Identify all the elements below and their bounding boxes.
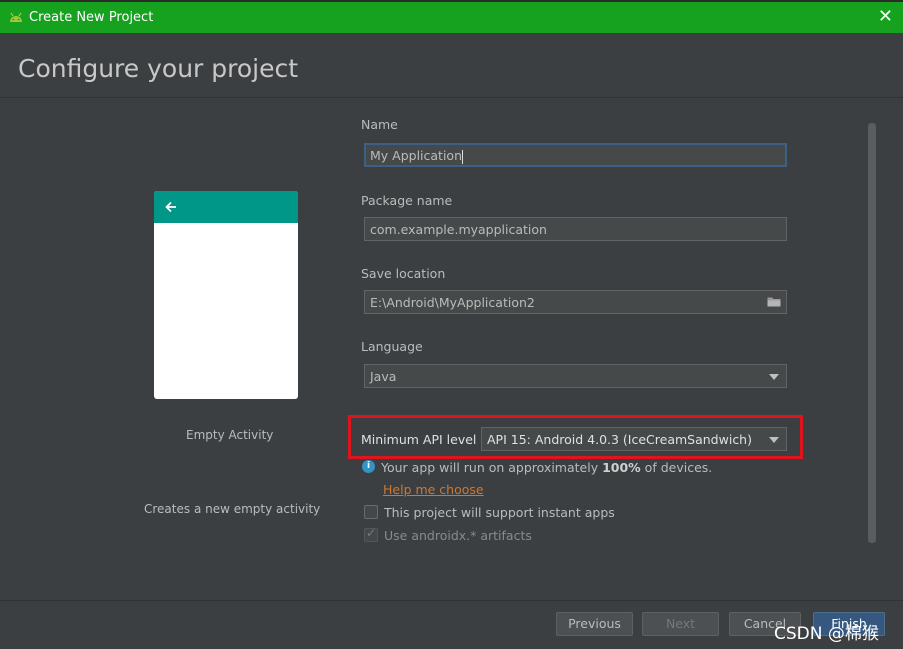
language-label: Language xyxy=(361,339,423,354)
template-name: Empty Activity xyxy=(186,428,274,442)
info-icon: i xyxy=(362,460,375,473)
divider xyxy=(0,600,903,601)
language-select[interactable]: Java xyxy=(364,364,787,388)
watermark: CSDN @棉猴 xyxy=(774,624,879,644)
save-location-field[interactable]: E:\Android\MyApplication2 xyxy=(364,290,787,314)
next-button: Next xyxy=(642,612,719,636)
template-description: Creates a new empty activity xyxy=(144,502,321,516)
preview-app-bar xyxy=(154,191,298,223)
androidx-label: Use androidx.* artifacts xyxy=(384,528,532,543)
coverage-percent: 100% xyxy=(602,460,641,475)
package-label: Package name xyxy=(361,193,453,208)
chevron-down-icon xyxy=(769,374,779,380)
divider xyxy=(0,97,903,98)
instant-apps-checkbox[interactable] xyxy=(364,505,378,519)
title-bar: Create New Project ✕ xyxy=(0,2,903,33)
name-label: Name xyxy=(361,117,398,132)
checkmark-icon: ✓ xyxy=(366,526,377,540)
back-arrow-icon xyxy=(165,201,176,213)
min-api-select[interactable]: API 15: Android 4.0.3 (IceCreamSandwich) xyxy=(481,427,787,451)
chevron-down-icon xyxy=(769,437,779,443)
create-project-dialog: Create New Project ✕ Configure your proj… xyxy=(0,0,903,649)
template-preview xyxy=(154,191,298,399)
text-caret xyxy=(462,149,463,164)
scrollbar[interactable] xyxy=(868,123,876,543)
package-value: com.example.myapplication xyxy=(370,222,547,237)
instant-apps-label[interactable]: This project will support instant apps xyxy=(384,505,615,520)
package-name-field[interactable]: com.example.myapplication xyxy=(364,217,787,241)
save-location-value: E:\Android\MyApplication2 xyxy=(370,295,535,310)
window-title: Create New Project xyxy=(29,10,154,25)
help-me-choose-link[interactable]: Help me choose xyxy=(383,482,484,497)
android-icon xyxy=(10,12,22,22)
close-icon[interactable]: ✕ xyxy=(878,6,893,27)
min-api-value: API 15: Android 4.0.3 (IceCreamSandwich) xyxy=(487,432,752,447)
name-value: My Application xyxy=(370,148,462,163)
language-value: Java xyxy=(370,369,397,384)
device-coverage-text: Your app will run on approximately 100% … xyxy=(381,460,712,475)
name-field[interactable]: My Application xyxy=(364,143,787,167)
coverage-suffix: of devices. xyxy=(640,460,713,475)
min-api-label: Minimum API level xyxy=(361,432,477,447)
androidx-checkbox: ✓ xyxy=(364,526,378,542)
previous-button[interactable]: Previous xyxy=(556,612,633,636)
folder-icon[interactable] xyxy=(767,296,781,307)
page-title: Configure your project xyxy=(18,54,299,83)
coverage-prefix: Your app will run on approximately xyxy=(381,460,603,475)
save-location-label: Save location xyxy=(361,266,446,281)
